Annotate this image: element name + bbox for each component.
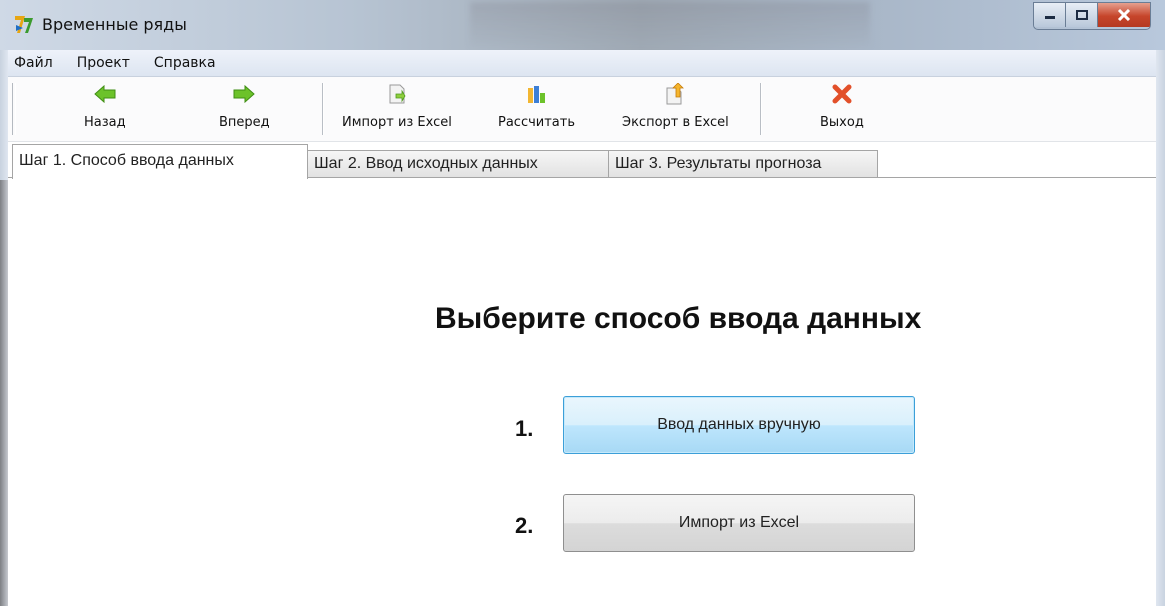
- exit-label: Выход: [820, 115, 864, 130]
- minimize-button[interactable]: [1034, 3, 1066, 27]
- app-window: Временные ряды Файл Проект Справка Назад: [0, 0, 1165, 606]
- tab-strip: Шаг 1. Способ ввода данных Шаг 2. Ввод и…: [8, 144, 1156, 179]
- tab-step-1[interactable]: Шаг 1. Способ ввода данных: [12, 144, 308, 179]
- toolbar-separator: [760, 83, 762, 135]
- maximize-button[interactable]: [1066, 3, 1098, 27]
- back-button[interactable]: Назад: [84, 81, 126, 137]
- background-window-blur: [470, 2, 870, 46]
- option-number-2: 2.: [515, 513, 534, 538]
- manual-input-button[interactable]: Ввод данных вручную: [563, 396, 915, 454]
- window-frame-left: [0, 50, 8, 180]
- forward-button[interactable]: Вперед: [219, 81, 270, 137]
- menu-help[interactable]: Справка: [140, 55, 226, 71]
- import-excel-option-button[interactable]: Импорт из Excel: [563, 494, 915, 552]
- bar-chart-icon: [526, 81, 548, 107]
- close-button[interactable]: [1098, 3, 1150, 27]
- window-frame-right: [1156, 50, 1165, 606]
- toolbar-separator: [322, 83, 324, 135]
- import-excel-label: Импорт из Excel: [342, 115, 452, 130]
- menu-project[interactable]: Проект: [63, 55, 140, 71]
- export-document-icon: [665, 81, 685, 107]
- option-number-1: 1.: [515, 416, 534, 441]
- forward-button-label: Вперед: [219, 115, 270, 130]
- close-x-icon: [832, 81, 852, 107]
- exit-button[interactable]: Выход: [820, 81, 864, 137]
- maximize-icon: [1075, 10, 1088, 20]
- page-heading: Выберите способ ввода данных: [435, 302, 922, 335]
- import-document-icon: [388, 81, 406, 107]
- calculate-button[interactable]: Рассчитать: [498, 81, 575, 137]
- window-frame-left-dark: [0, 180, 8, 606]
- back-button-label: Назад: [84, 115, 126, 130]
- tab-step-2[interactable]: Шаг 2. Ввод исходных данных: [307, 150, 609, 177]
- export-excel-label: Экспорт в Excel: [622, 115, 729, 130]
- title-bar[interactable]: Временные ряды: [0, 0, 1165, 50]
- arrow-right-icon: [233, 81, 256, 107]
- close-icon: [1117, 9, 1131, 21]
- export-excel-button[interactable]: Экспорт в Excel: [622, 81, 729, 137]
- minimize-icon: [1044, 16, 1055, 19]
- window-title: Временные ряды: [42, 15, 187, 34]
- calculate-label: Рассчитать: [498, 115, 576, 130]
- tab-step-3[interactable]: Шаг 3. Результаты прогноза: [608, 150, 878, 177]
- arrow-left-icon: [94, 81, 116, 107]
- window-controls: [1033, 2, 1151, 30]
- import-excel-button[interactable]: Импорт из Excel: [342, 81, 452, 137]
- app-logo-icon: [13, 13, 35, 35]
- menu-file[interactable]: Файл: [8, 55, 63, 71]
- toolbar: Назад Вперед Импорт из Excel Рассчитать: [8, 77, 1156, 142]
- toolbar-grip[interactable]: [12, 83, 16, 135]
- menu-bar: Файл Проект Справка: [8, 50, 1156, 77]
